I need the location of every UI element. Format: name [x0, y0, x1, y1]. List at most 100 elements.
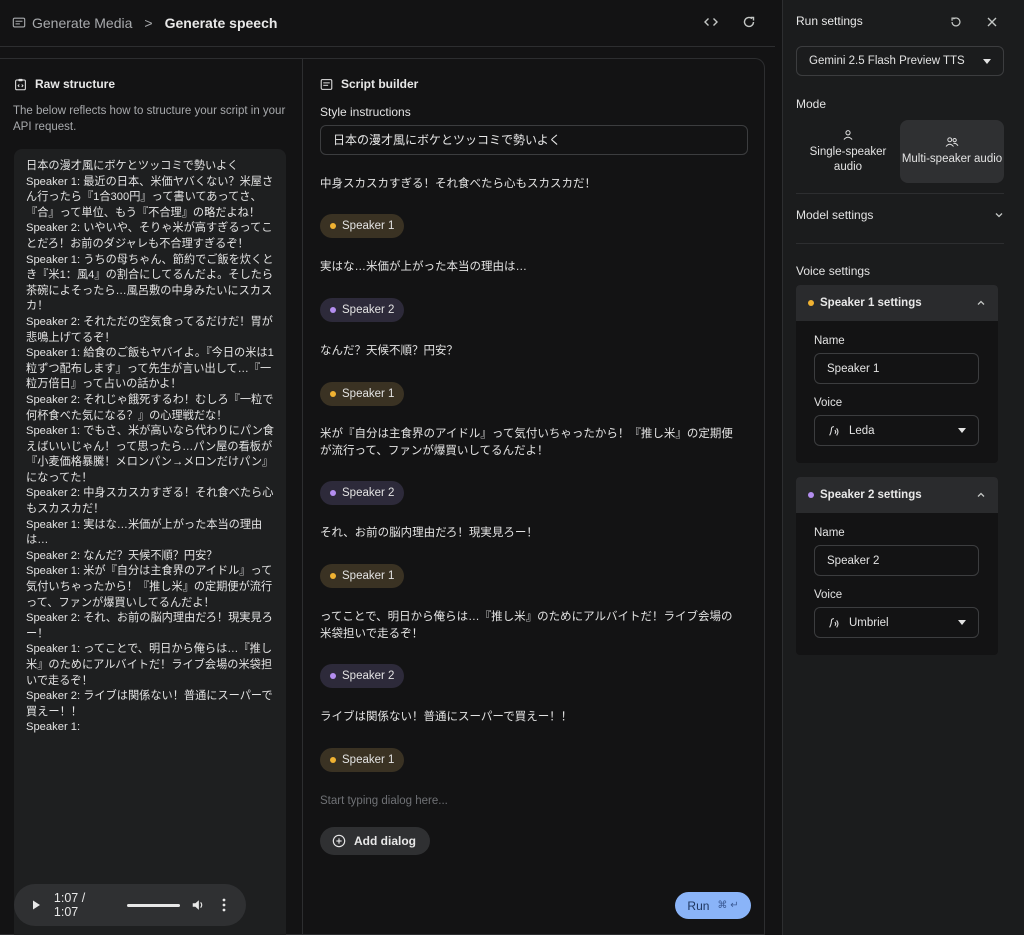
speaker-dot	[330, 573, 336, 579]
dialog-line[interactable]: ライブは関係ない！普通にスーパーで買えー！！	[320, 709, 740, 726]
mode-single-label: Single-speaker audio	[809, 145, 887, 173]
run-label: Run	[687, 898, 710, 913]
speaker-chip[interactable]: Speaker 1	[320, 214, 405, 238]
playback-time: 1:07 / 1:07	[53, 891, 86, 919]
voice-icon	[829, 617, 839, 628]
speaker-chip-label: Speaker 1	[342, 754, 395, 766]
divider	[796, 243, 1004, 244]
top-header: Generate Media > Generate speech	[0, 0, 775, 47]
raw-structure-title: Raw structure	[35, 77, 116, 91]
speaker-1-voice-label: Voice	[814, 397, 843, 409]
speaker-2-settings-title: Speaker 2 settings	[820, 489, 922, 501]
caret-down-icon	[958, 428, 966, 433]
raw-structure-heading: Raw structure	[14, 77, 115, 91]
mode-single-speaker-button[interactable]: Single-speaker audio	[796, 120, 900, 183]
model-select[interactable]: Gemini 2.5 Flash Preview TTS	[796, 46, 1004, 76]
breadcrumb-generate-media[interactable]: Generate Media	[32, 15, 132, 31]
speaker-dot	[330, 673, 336, 679]
page-title: Generate speech	[164, 15, 278, 31]
person-icon	[843, 129, 853, 140]
script-builder-panel: Script builder Style instructions 日本の漫才風…	[304, 59, 764, 934]
script-builder-heading: Script builder	[320, 77, 418, 91]
add-circle-icon	[332, 834, 346, 848]
run-button[interactable]: Run ⌘ ↵	[675, 892, 751, 919]
speaker-dot	[330, 757, 336, 763]
code-icon[interactable]	[703, 14, 719, 30]
speaker-chip[interactable]: Speaker 2	[320, 664, 405, 688]
clipboard-code-icon	[15, 78, 26, 90]
dialog-line[interactable]: ってことで、明日から俺らは…『推し米』のためにアルバイトだ！ライブ会場の米袋担い…	[320, 609, 740, 643]
play-icon[interactable]	[28, 897, 44, 913]
media-icon	[12, 17, 26, 28]
speaker-2-voice-select[interactable]: Umbriel	[814, 607, 979, 638]
style-instructions-input[interactable]: 日本の漫才風にボケとツッコミで勢いよく	[320, 125, 748, 155]
style-instructions-label: Style instructions	[320, 105, 411, 119]
speaker-2-dot	[808, 492, 814, 498]
speaker-dot	[330, 307, 336, 313]
speaker-2-name-value: Speaker 2	[827, 554, 880, 567]
speaker-2-settings-header[interactable]: Speaker 2 settings	[796, 477, 998, 513]
chevron-up-icon	[977, 300, 985, 305]
audio-player: 1:07 / 1:07	[14, 884, 246, 926]
speaker-chip[interactable]: Speaker 1	[320, 382, 405, 406]
run-shortcut: ⌘ ↵	[717, 900, 739, 911]
people-icon	[945, 137, 959, 147]
speaker-1-voice-value: Leda	[849, 424, 875, 437]
dialog-line[interactable]: 米が『自分は主食界のアイドル』って気付いちゃったから！『推し米』の定期便が流行っ…	[320, 426, 740, 460]
dialog-line[interactable]: それ、お前の脳内理由だろ！現実見ろー！	[320, 525, 740, 542]
raw-structure-content[interactable]: 日本の漫才風にボケとツッコミで勢いよく Speaker 1: 最近の日本、米価ヤ…	[14, 149, 286, 935]
speaker-chip[interactable]: Speaker 2	[320, 481, 405, 505]
speaker-chip[interactable]: Speaker 2	[320, 298, 405, 322]
model-settings-label: Model settings	[796, 208, 874, 222]
volume-icon[interactable]	[190, 897, 206, 913]
speaker-chip-label: Speaker 1	[342, 570, 395, 582]
model-settings-toggle[interactable]: Model settings	[796, 208, 1004, 222]
raw-structure-panel: Raw structure The below reflects how to …	[0, 59, 303, 935]
dialog-input-placeholder[interactable]: Start typing dialog here...	[320, 795, 448, 807]
speaker-chip[interactable]: Speaker 1	[320, 748, 405, 772]
caret-down-icon	[958, 620, 966, 625]
speaker-2-name-input[interactable]: Speaker 2	[814, 545, 979, 576]
speaker-1-settings-header[interactable]: Speaker 1 settings	[796, 285, 998, 321]
raw-structure-description: The below reflects how to structure your…	[13, 105, 286, 133]
close-icon[interactable]	[984, 14, 1000, 30]
voice-settings-label: Voice settings	[796, 264, 871, 278]
speaker-1-name-value: Speaker 1	[827, 362, 880, 375]
speaker-dot	[330, 391, 336, 397]
speaker-1-name-input[interactable]: Speaker 1	[814, 353, 979, 384]
dialog-line[interactable]: 中身スカスカすぎる！それ食べたら心もスカスカだ！	[320, 176, 740, 193]
speaker-dot	[330, 223, 336, 229]
speaker-1-settings-card: Speaker 1 settings Name Speaker 1 Voice …	[796, 285, 998, 463]
breadcrumb-separator: >	[144, 15, 153, 31]
speaker-chip-label: Speaker 1	[342, 388, 395, 400]
dialog-line[interactable]: 実はな…米価が上がった本当の理由は…	[320, 259, 740, 276]
dialog-line[interactable]: なんだ？天候不順？円安？	[320, 343, 740, 360]
add-dialog-label: Add dialog	[354, 834, 416, 848]
speaker-1-settings-title: Speaker 1 settings	[820, 297, 922, 309]
run-settings-title: Run settings	[796, 14, 863, 28]
more-options-icon[interactable]	[216, 897, 232, 913]
main-card: Raw structure The below reflects how to …	[0, 58, 765, 935]
playback-progress-bar[interactable]	[126, 903, 181, 907]
refresh-icon[interactable]	[741, 14, 757, 30]
mode-multi-speaker-button[interactable]: Multi-speaker audio	[900, 120, 1004, 183]
speaker-chip-label: Speaker 1	[342, 220, 395, 232]
mode-multi-label: Multi-speaker audio	[901, 153, 1003, 165]
chevron-down-icon	[995, 213, 1003, 218]
speaker-1-voice-select[interactable]: Leda	[814, 415, 979, 446]
speaker-chip-label: Speaker 2	[342, 670, 395, 682]
speaker-chip[interactable]: Speaker 1	[320, 564, 405, 588]
chevron-up-icon	[977, 492, 985, 497]
run-settings-panel: Run settings Gemini 2.5 Flash Preview TT…	[782, 0, 1024, 935]
speaker-chip-label: Speaker 2	[342, 487, 395, 499]
reset-settings-icon[interactable]	[948, 14, 964, 30]
mode-label: Mode	[796, 97, 827, 111]
speaker-2-name-label: Name	[814, 527, 845, 539]
caret-down-icon	[983, 58, 991, 64]
voice-icon	[829, 425, 839, 436]
script-icon	[320, 78, 333, 90]
add-dialog-button[interactable]: Add dialog	[320, 827, 430, 855]
speaker-dot	[330, 490, 336, 496]
speaker-2-voice-value: Umbriel	[849, 616, 889, 629]
speaker-1-name-label: Name	[814, 335, 845, 347]
